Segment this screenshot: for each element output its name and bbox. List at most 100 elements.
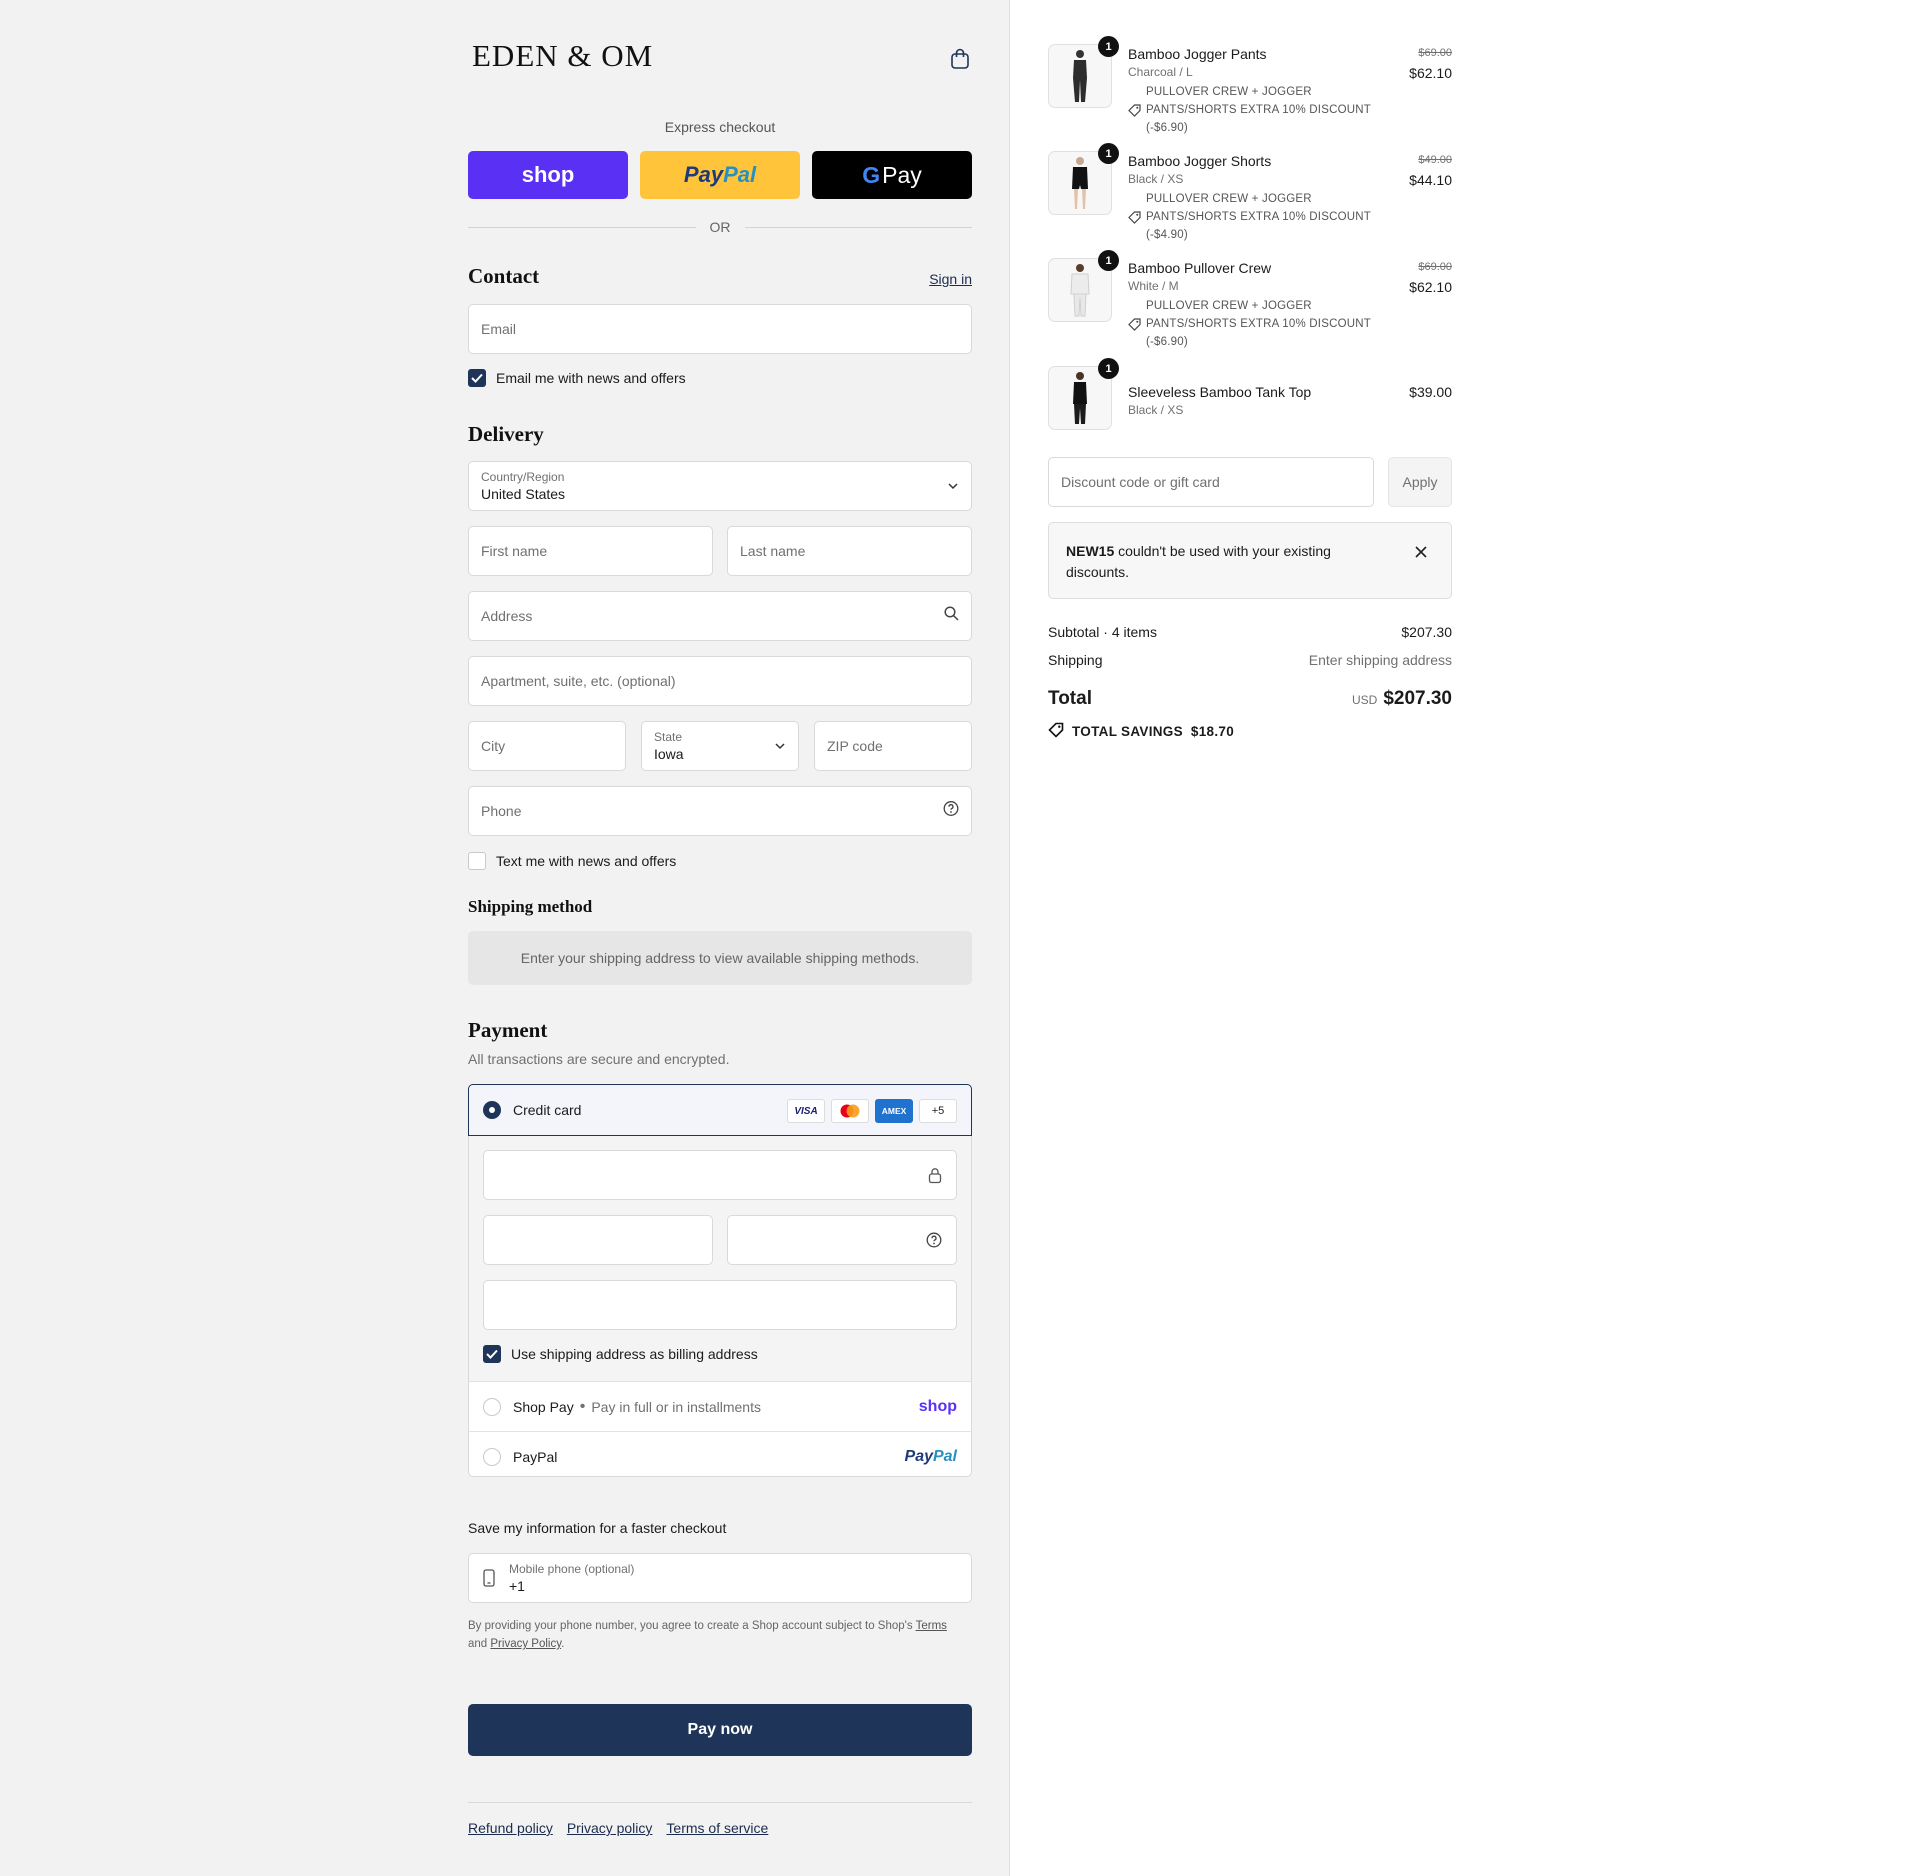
help-icon[interactable] <box>943 801 959 822</box>
sms-optin-label: Text me with news and offers <box>496 853 677 869</box>
zip-field[interactable] <box>814 721 972 771</box>
cart-item: 1 Bamboo Jogger Pants Charcoal / L PULLO… <box>1048 36 1452 140</box>
contact-heading: Contact <box>468 264 540 288</box>
amex-icon: AMEX <box>875 1099 913 1123</box>
subtotal-label: Subtotal · 4 items <box>1048 624 1157 640</box>
billing-same-checkbox[interactable] <box>483 1345 501 1363</box>
discount-code-input[interactable] <box>1061 474 1361 490</box>
visa-icon: VISA <box>787 1099 825 1123</box>
first-name-input[interactable] <box>481 543 700 559</box>
credit-card-radio[interactable] <box>483 1101 501 1119</box>
item-name: Bamboo Pullover Crew <box>1128 260 1272 276</box>
cart-item: 1 Bamboo Jogger Shorts Black / XS PULLOV… <box>1048 143 1452 247</box>
original-price: $69.00 <box>1418 261 1452 273</box>
item-name: Bamboo Jogger Pants <box>1128 46 1267 62</box>
sms-optin-row[interactable]: Text me with news and offers <box>468 852 676 870</box>
credit-card-label: Credit card <box>513 1102 582 1118</box>
pay-now-button[interactable]: Pay now <box>468 1704 972 1756</box>
legal-prefix: By providing your phone number, you agre… <box>468 1620 913 1632</box>
state-value: Iowa <box>654 746 684 762</box>
email-optin-row[interactable]: Email me with news and offers <box>468 369 686 387</box>
zip-input[interactable] <box>827 738 959 754</box>
shop-pay-radio[interactable] <box>483 1397 501 1416</box>
paypal-logo-pal: Pal <box>932 1447 957 1465</box>
legal-suffix: . <box>561 1638 565 1650</box>
sms-optin-checkbox[interactable] <box>468 852 486 870</box>
shop-pay-express-button[interactable]: shop <box>468 151 628 199</box>
legal-and: and <box>468 1638 488 1650</box>
discount-tag-icon <box>1128 104 1141 122</box>
item-price: $62.10 <box>1409 279 1452 295</box>
discount-title: PULLOVER CREW + JOGGER <box>1146 86 1312 98</box>
shop-pay-logo: shop <box>918 1397 957 1415</box>
shopping-bag-icon[interactable] <box>950 48 970 70</box>
city-field[interactable] <box>468 721 626 771</box>
refund-policy-link[interactable]: Refund policy <box>468 1820 553 1836</box>
item-price: $62.10 <box>1409 65 1452 81</box>
discount-title: PULLOVER CREW + JOGGER <box>1146 300 1312 312</box>
apartment-field[interactable] <box>468 656 972 706</box>
terms-of-service-link[interactable]: Terms of service <box>666 1820 768 1836</box>
address-input[interactable] <box>481 608 959 624</box>
address-field[interactable] <box>468 591 972 641</box>
billing-same-row[interactable]: Use shipping address as billing address <box>483 1345 758 1363</box>
shipping-row: Shipping Enter shipping address <box>1048 652 1452 668</box>
quantity-badge: 1 <box>1098 358 1119 379</box>
discount-amount: (-$6.90) <box>1146 336 1188 348</box>
last-name-input[interactable] <box>740 543 959 559</box>
credit-card-option[interactable]: Credit card VISA AMEX +5 <box>468 1084 972 1136</box>
discount-title: PULLOVER CREW + JOGGER <box>1146 193 1312 205</box>
mastercard-icon <box>831 1099 869 1123</box>
help-icon[interactable] <box>926 1232 942 1253</box>
cart-item: 1 Bamboo Pullover Crew White / M PULLOVE… <box>1048 250 1452 354</box>
original-price: $49.00 <box>1418 154 1452 166</box>
paypal-radio[interactable] <box>483 1447 501 1466</box>
card-number-field[interactable] <box>483 1150 957 1200</box>
security-code-field[interactable] <box>727 1215 957 1265</box>
card-logos: VISA AMEX +5 <box>787 1099 957 1123</box>
or-text: OR <box>709 219 731 235</box>
shop-pay-option[interactable]: Shop Pay • Pay in full or in installment… <box>469 1381 971 1431</box>
subtotal-value: $207.30 <box>1401 624 1452 640</box>
first-name-field[interactable] <box>468 526 713 576</box>
last-name-field[interactable] <box>727 526 972 576</box>
expiration-date-field[interactable] <box>483 1215 713 1265</box>
privacy-policy-footer-link[interactable]: Privacy policy <box>567 1820 653 1836</box>
email-input[interactable] <box>481 321 959 337</box>
original-price: $69.00 <box>1418 47 1452 59</box>
phone-input[interactable] <box>481 803 959 819</box>
shipping-method-placeholder: Enter your shipping address to view avai… <box>468 931 972 985</box>
google-pay-express-button[interactable]: G Pay <box>812 151 972 199</box>
shipping-value: Enter shipping address <box>1308 652 1452 668</box>
terms-link[interactable]: Terms <box>916 1620 947 1632</box>
footer-divider <box>468 1802 972 1803</box>
state-select[interactable]: State Iowa <box>641 721 799 771</box>
sign-in-link[interactable]: Sign in <box>929 271 972 287</box>
payment-heading: Payment <box>468 1018 548 1042</box>
total-savings: TOTAL SAVINGS $18.70 <box>1048 722 1234 741</box>
privacy-policy-link[interactable]: Privacy Policy <box>490 1638 561 1650</box>
discount-tag-icon <box>1128 318 1141 336</box>
city-input[interactable] <box>481 738 613 754</box>
mobile-phone-field[interactable]: Mobile phone (optional) +1 <box>468 1553 972 1603</box>
store-logo[interactable]: EDEN & OM <box>472 38 653 74</box>
savings-label: TOTAL SAVINGS <box>1072 724 1183 739</box>
close-icon[interactable] <box>1415 543 1427 564</box>
phone-field[interactable] <box>468 786 972 836</box>
country-select[interactable]: Country/Region United States <box>468 461 972 511</box>
shipping-label: Shipping <box>1048 652 1103 668</box>
shop-pay-subtitle: Pay in full or in installments <box>591 1398 761 1415</box>
apply-discount-button[interactable]: Apply <box>1388 457 1452 507</box>
email-field[interactable] <box>468 304 972 354</box>
paypal-express-button[interactable]: Pay Pal <box>640 151 800 199</box>
email-optin-checkbox[interactable] <box>468 369 486 387</box>
discount-code-field[interactable] <box>1048 457 1374 507</box>
item-name: Bamboo Jogger Shorts <box>1128 153 1272 169</box>
discount-detail: PANTS/SHORTS EXTRA 10% DISCOUNT <box>1146 211 1371 223</box>
apartment-input[interactable] <box>481 673 959 689</box>
name-on-card-field[interactable] <box>483 1280 957 1330</box>
search-icon[interactable] <box>944 606 959 626</box>
shipping-method-heading: Shipping method <box>468 897 593 916</box>
paypal-option[interactable]: PayPal PayPal <box>469 1431 971 1481</box>
state-label: State <box>654 730 683 744</box>
